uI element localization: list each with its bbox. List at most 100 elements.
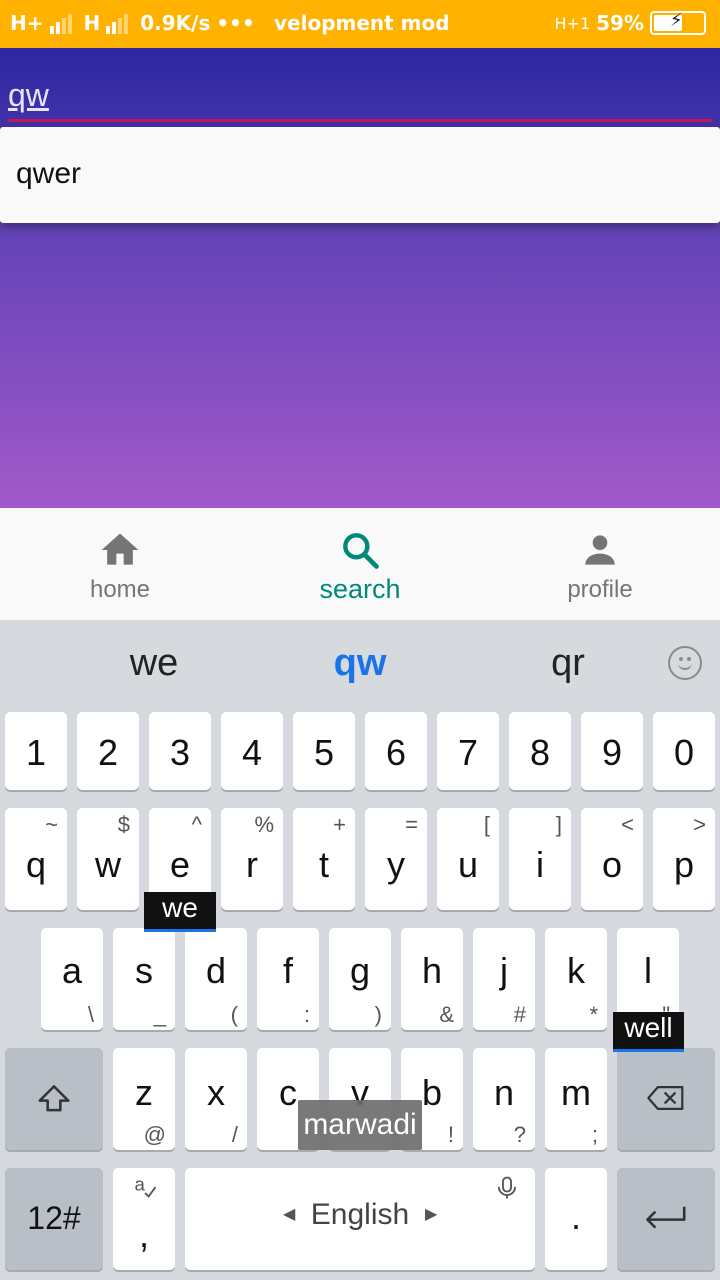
key-1[interactable]: 1 [5, 712, 67, 790]
key-label: h [421, 950, 443, 991]
nav-item-home[interactable]: home [0, 508, 240, 620]
key-2[interactable]: 2 [77, 712, 139, 790]
key-preview-e[interactable]: we [144, 892, 216, 932]
key-u[interactable]: [u [437, 808, 499, 910]
key-o[interactable]: < o [581, 808, 643, 910]
key-9[interactable]: 9 [581, 712, 643, 790]
key-label: q [25, 844, 47, 885]
key-n[interactable]: ? n [473, 1048, 535, 1150]
key-label: i [536, 844, 544, 885]
key-5[interactable]: 5 [293, 712, 355, 790]
key-4[interactable]: 4 [221, 712, 283, 790]
key-label: 4 [241, 732, 263, 773]
key-label: z [135, 1072, 153, 1113]
key-8[interactable]: 8 [509, 712, 571, 790]
key-f[interactable]: :f [257, 928, 319, 1030]
key-label: 6 [385, 732, 407, 773]
key-q[interactable]: ~ q [5, 808, 67, 910]
key-secondary-label: > [693, 812, 706, 837]
key-label: w [95, 844, 121, 885]
key-label: 5 [313, 732, 335, 773]
comma-key[interactable]: a , [113, 1168, 175, 1270]
search-icon [343, 533, 379, 569]
key-z[interactable]: @ z [113, 1048, 175, 1150]
key-label: u [457, 844, 479, 885]
keyboard-suggestion-3[interactable]: qr [478, 642, 658, 685]
key-label: 1 [25, 732, 47, 773]
key-secondary-label: ( [230, 1002, 238, 1027]
key-h[interactable]: & h [401, 928, 463, 1030]
key-label: x [207, 1072, 225, 1113]
key-preview-l[interactable]: well [613, 1012, 684, 1052]
key-label: 3 [169, 732, 191, 773]
nav-item-profile[interactable]: profile [480, 508, 720, 620]
search-input[interactable] [8, 72, 712, 122]
backspace-icon [647, 1086, 684, 1110]
period-key[interactable]: . [545, 1168, 607, 1270]
key-x[interactable]: / x [185, 1048, 247, 1150]
key-label: 2 [97, 732, 119, 773]
space-key[interactable]: ◀ English ▶ [185, 1168, 535, 1270]
key-secondary-label: [ [483, 812, 490, 837]
key-3[interactable]: 3 [149, 712, 211, 790]
key-t[interactable]: + t [293, 808, 355, 910]
key-k[interactable]: * k [545, 928, 607, 1030]
key-label: l [644, 950, 652, 991]
key-m[interactable]: ; m [545, 1048, 607, 1150]
symbols-key[interactable]: 12# [5, 1168, 103, 1270]
microphone-icon[interactable] [493, 1174, 521, 1202]
key-secondary-label: * [589, 1002, 598, 1027]
key-i[interactable]: ] i [509, 808, 571, 910]
handwriting-icon: a [135, 1174, 157, 1198]
key-secondary-label: ) [374, 1002, 382, 1027]
network-speed: 0.9K/s [140, 11, 211, 35]
key-label: 7 [457, 732, 479, 773]
key-label: n [493, 1072, 515, 1113]
person-icon [585, 535, 615, 565]
key-secondary-label: $ [117, 812, 130, 837]
key-6[interactable]: 6 [365, 712, 427, 790]
key-label: j [500, 950, 508, 991]
key-d[interactable]: (d [185, 928, 247, 1030]
key-g[interactable]: ) g [329, 928, 391, 1030]
autocomplete-popup: qwer [0, 127, 720, 223]
key-secondary-label: % [254, 812, 274, 837]
key-label: e [169, 844, 191, 885]
key-label: f [282, 950, 293, 991]
key-secondary-label: ! [447, 1122, 454, 1147]
enter-key[interactable] [617, 1168, 715, 1270]
key-secondary-label: + [333, 812, 346, 837]
battery-percent: 59% [596, 11, 644, 35]
key-secondary-label: ^ [191, 812, 202, 837]
network-type-2: H [83, 11, 101, 35]
floating-suggestion[interactable]: marwadi [298, 1100, 422, 1150]
backspace-key[interactable] [617, 1048, 715, 1150]
key-y[interactable]: = y [365, 808, 427, 910]
key-label: 8 [529, 732, 551, 773]
key-secondary-label: < [621, 812, 634, 837]
key-7[interactable]: 7 [437, 712, 499, 790]
language-label: English [310, 1198, 410, 1231]
key-p[interactable]: > p [653, 808, 715, 910]
nav-label-home: home [89, 576, 151, 603]
shift-key[interactable] [5, 1048, 103, 1150]
comma-key-label: , [138, 1214, 149, 1255]
home-icon [101, 533, 139, 565]
key-0[interactable]: 0 [653, 712, 715, 790]
keyboard-suggestion-2[interactable]: qw [270, 642, 450, 685]
key-r[interactable]: % r [221, 808, 283, 910]
nav-item-search[interactable]: search [240, 508, 480, 620]
enter-icon [646, 1206, 686, 1229]
key-j[interactable]: # j [473, 928, 535, 1030]
emoji-icon[interactable] [668, 646, 702, 680]
battery-icon: ⚡ [650, 10, 706, 35]
key-a[interactable]: \ a [41, 928, 103, 1030]
key-secondary-label: / [231, 1122, 238, 1147]
key-secondary-label: \ [87, 1002, 94, 1027]
key-secondary-label: = [405, 812, 418, 837]
key-label: 0 [673, 732, 695, 773]
keyboard-suggestion-1[interactable]: we [64, 642, 244, 685]
key-s[interactable]: _ s [113, 928, 175, 1030]
autocomplete-item[interactable]: qwer [16, 157, 81, 191]
key-w[interactable]: $ w [77, 808, 139, 910]
